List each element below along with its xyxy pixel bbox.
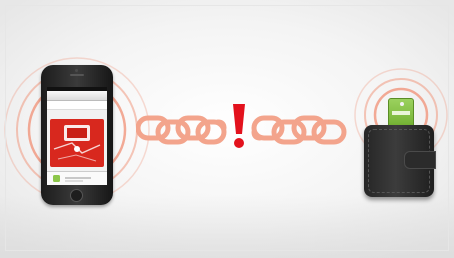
tag-keyring-hole [400,102,404,106]
chain-link [195,119,227,145]
wallet-icon [364,125,436,197]
tag-label-strip [392,111,410,115]
phone-map-panel [50,119,104,167]
wallet-clasp [404,151,436,169]
smartphone [41,65,113,205]
exclamation-icon [233,104,245,148]
chain-link [251,115,285,141]
phone-screen [47,87,107,185]
bell-icon [53,175,91,182]
phone-home-button [70,189,83,202]
phone-camera [75,69,78,72]
location-pin-icon [74,146,80,152]
phone-bottom-bar [47,171,107,185]
map-icon [53,125,101,162]
chain-link [311,119,347,145]
illustration-stage [0,0,454,258]
phone-app-row [47,101,107,110]
phone-speaker [70,74,84,76]
phone-app-header [47,91,107,101]
